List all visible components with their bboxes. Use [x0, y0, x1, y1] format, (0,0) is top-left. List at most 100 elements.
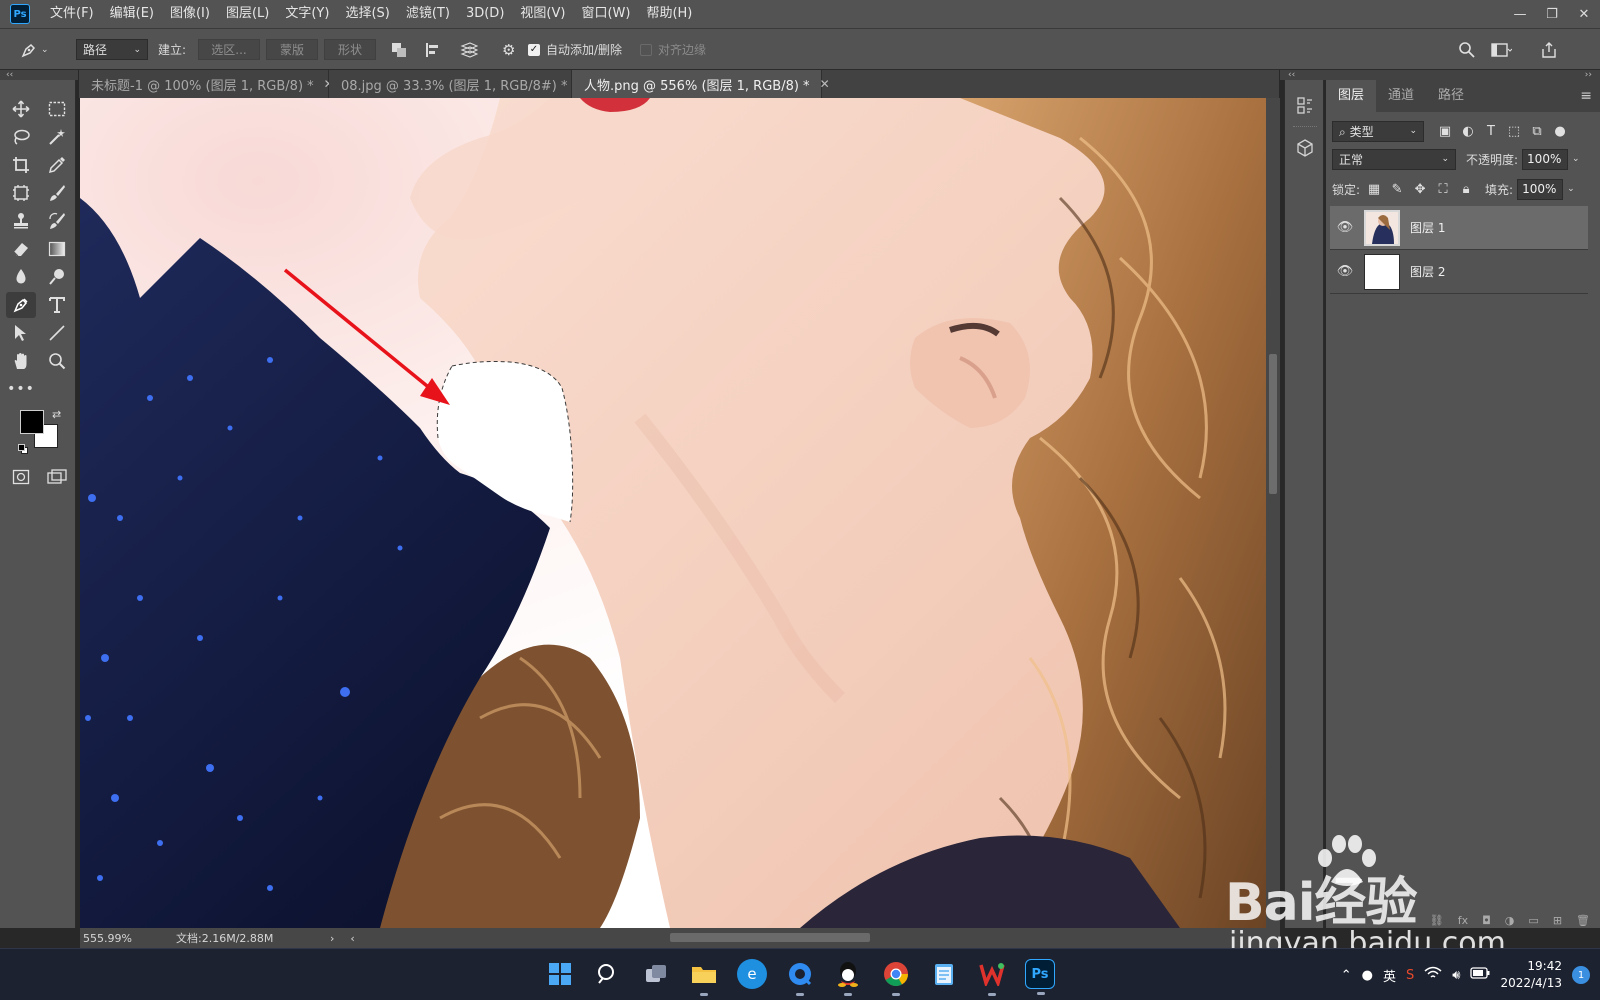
vertical-scroll-thumb[interactable]	[1269, 354, 1277, 494]
tab-renwu-png[interactable]: 人物.png @ 556% (图层 1, RGB/8) * ✕	[572, 70, 830, 98]
trash-icon[interactable]: 🗑︎	[1576, 914, 1590, 927]
move-tool-icon[interactable]	[6, 96, 36, 122]
filter-adjustment-icon[interactable]: ◐	[1459, 124, 1477, 139]
workspace-icon[interactable]	[1490, 39, 1512, 60]
search-icon[interactable]	[593, 959, 623, 989]
menu-type[interactable]: 文字(Y)	[277, 0, 337, 28]
tab-08-jpg[interactable]: 08.jpg @ 33.3% (图层 1, RGB/8#) * ✕	[329, 70, 588, 98]
history-brush-tool-icon[interactable]	[42, 208, 72, 234]
tab-untitled[interactable]: 未标题-1 @ 100% (图层 1, RGB/8) * ✕	[79, 70, 334, 98]
tab-paths[interactable]: 路径	[1426, 80, 1476, 112]
new-group-icon[interactable]: ▭	[1528, 914, 1538, 927]
blur-tool-icon[interactable]	[6, 264, 36, 290]
zoom-tool-icon[interactable]	[42, 348, 72, 374]
auto-add-delete-checkbox[interactable]: ✓ 自动添加/删除	[528, 39, 622, 60]
search-icon[interactable]	[1458, 39, 1476, 60]
filter-toggle-icon[interactable]: ●	[1551, 124, 1569, 139]
path-arrangement-icon[interactable]	[458, 39, 478, 60]
filter-type-icon[interactable]: T	[1482, 124, 1500, 139]
qq-icon[interactable]	[833, 959, 863, 996]
brush-tool-icon[interactable]	[42, 180, 72, 206]
more-tools-icon[interactable]: •••	[6, 376, 36, 402]
menu-select[interactable]: 选择(S)	[337, 0, 397, 28]
layer-filter-select[interactable]: ⌕ 类型 ⌄	[1332, 120, 1424, 142]
panel-menu-icon[interactable]: ≡	[1580, 88, 1592, 104]
tool-mode-select[interactable]: 路径 ⌄	[76, 39, 148, 60]
make-mask-button[interactable]: 蒙版	[266, 39, 318, 60]
menu-image[interactable]: 图像(I)	[162, 0, 218, 28]
battery-icon[interactable]	[1470, 967, 1490, 983]
foreground-color-swatch[interactable]	[20, 410, 44, 434]
share-icon[interactable]	[1540, 39, 1558, 60]
opacity-input[interactable]: 100%	[1522, 148, 1569, 170]
status-menu-icon[interactable]: ›	[330, 932, 334, 945]
file-explorer-icon[interactable]	[689, 959, 719, 996]
align-edges-checkbox[interactable]: 对齐边缘	[640, 39, 706, 60]
toolbox-collapse-handle[interactable]: ‹‹	[0, 70, 78, 80]
filter-smart-object-icon[interactable]: ⧉	[1528, 124, 1546, 139]
gradient-tool-icon[interactable]	[42, 236, 72, 262]
restore-icon[interactable]: ❐	[1536, 0, 1568, 28]
tab-channels[interactable]: 通道	[1376, 80, 1426, 112]
magic-wand-tool-icon[interactable]	[42, 124, 72, 150]
menu-3d[interactable]: 3D(D)	[458, 0, 512, 28]
lock-artboard-icon[interactable]: ⛶	[1434, 182, 1452, 197]
photoshop-taskbar-icon[interactable]: Ps	[1025, 959, 1055, 995]
blend-mode-select[interactable]: 正常 ⌄	[1332, 148, 1456, 170]
eraser-tool-icon[interactable]	[6, 236, 36, 262]
chevron-up-icon[interactable]: ⌃	[1341, 968, 1352, 983]
stamp-tool-icon[interactable]	[6, 208, 36, 234]
visibility-eye-icon[interactable]: 👁︎	[1334, 264, 1356, 279]
menu-filter[interactable]: 滤镜(T)	[398, 0, 458, 28]
menu-window[interactable]: 窗口(W)	[573, 0, 638, 28]
hand-tool-icon[interactable]	[6, 348, 36, 374]
layer-row[interactable]: 👁︎ 图层 1	[1330, 206, 1588, 250]
lock-pixels-icon[interactable]: ✎	[1388, 182, 1406, 197]
panel-collapse-handle[interactable]: ‹‹ ››	[1280, 70, 1600, 80]
windows-start-icon[interactable]	[545, 959, 575, 989]
type-tool-icon[interactable]	[42, 292, 72, 318]
notification-badge[interactable]: 1	[1572, 966, 1590, 984]
crop-tool-icon[interactable]	[6, 152, 36, 178]
tab-layers[interactable]: 图层	[1326, 80, 1377, 112]
qq-tray-icon[interactable]: ●	[1362, 968, 1373, 983]
adjustments-icon[interactable]	[1293, 94, 1317, 118]
gear-icon[interactable]: ⚙	[502, 39, 515, 60]
marquee-tool-icon[interactable]	[42, 96, 72, 122]
filter-pixel-icon[interactable]: ▣	[1436, 124, 1454, 139]
minimize-icon[interactable]: —	[1504, 0, 1536, 28]
frame-tool-icon[interactable]	[6, 180, 36, 206]
3d-cube-icon[interactable]	[1293, 136, 1317, 160]
lasso-tool-icon[interactable]	[6, 124, 36, 150]
close-icon[interactable]: ✕	[1568, 0, 1600, 28]
fx-icon[interactable]: fx	[1458, 914, 1468, 927]
add-mask-icon[interactable]: ◘	[1482, 914, 1491, 927]
notepad-icon[interactable]	[929, 959, 959, 989]
path-select-tool-icon[interactable]	[6, 320, 36, 346]
task-view-icon[interactable]	[641, 959, 671, 989]
fill-input[interactable]: 100%	[1517, 178, 1564, 200]
menu-view[interactable]: 视图(V)	[512, 0, 573, 28]
wps-icon[interactable]	[977, 959, 1007, 996]
dodge-tool-icon[interactable]	[42, 264, 72, 290]
menu-layer[interactable]: 图层(L)	[218, 0, 277, 28]
default-colors-icon[interactable]	[18, 444, 28, 454]
line-tool-icon[interactable]	[42, 320, 72, 346]
swap-colors-icon[interactable]: ⇄	[52, 408, 61, 421]
menu-help[interactable]: 帮助(H)	[638, 0, 700, 28]
close-icon[interactable]: ✕	[820, 77, 830, 91]
eyedropper-tool-icon[interactable]	[42, 152, 72, 178]
sogou-icon[interactable]: S	[1406, 968, 1414, 983]
path-operations-icon[interactable]	[390, 39, 408, 60]
pen-tool-preset[interactable]: ⌄	[20, 39, 60, 60]
screen-mode-icon[interactable]	[42, 464, 72, 490]
zoom-level[interactable]: 555.99%	[80, 932, 170, 945]
adjustment-layer-icon[interactable]: ◑	[1505, 914, 1515, 927]
qq-browser-icon[interactable]	[785, 959, 815, 996]
lock-transparent-icon[interactable]: ▦	[1365, 182, 1383, 197]
link-layers-icon[interactable]: ⛓	[1430, 914, 1444, 927]
chevron-down-icon[interactable]: ⌄	[1567, 184, 1575, 194]
pen-tool-icon[interactable]	[6, 292, 36, 318]
chrome-icon[interactable]	[881, 959, 911, 996]
menu-edit[interactable]: 编辑(E)	[102, 0, 162, 28]
